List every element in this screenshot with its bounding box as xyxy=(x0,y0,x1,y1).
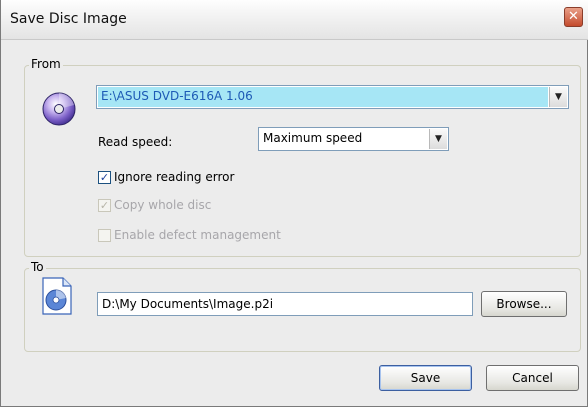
source-drive-value: E:\ASUS DVD-E616A 1.06 xyxy=(101,89,253,103)
cancel-button[interactable]: Cancel xyxy=(486,365,579,391)
ignore-reading-error-label: Ignore reading error xyxy=(114,170,235,184)
to-group-legend: To xyxy=(29,260,46,274)
dropdown-arrow-button[interactable]: ▼ xyxy=(549,87,567,107)
dropdown-arrow-button[interactable]: ▼ xyxy=(429,129,447,149)
from-group-legend: From xyxy=(29,57,63,71)
dialog-body: From E:\ASUS DVD-E616A 1.06 ▼ Read speed… xyxy=(1,40,587,406)
source-drive-select[interactable]: E:\ASUS DVD-E616A 1.06 ▼ xyxy=(96,85,569,109)
enable-defect-management-label: Enable defect management xyxy=(114,228,281,242)
close-button[interactable]: ✕ xyxy=(564,7,583,27)
read-speed-select[interactable]: Maximum speed ▼ xyxy=(258,127,449,151)
checkbox-checked-icon[interactable]: ✓ xyxy=(98,170,111,184)
close-icon: ✕ xyxy=(568,9,579,24)
ignore-reading-error-checkbox[interactable]: ✓ Ignore reading error xyxy=(98,170,234,184)
save-button[interactable]: Save xyxy=(379,365,472,391)
destination-path-field[interactable] xyxy=(97,292,473,316)
chevron-down-icon: ▼ xyxy=(555,92,562,102)
copy-whole-disc-checkbox[interactable]: ✓ Copy whole disc xyxy=(98,198,211,212)
chevron-down-icon: ▼ xyxy=(435,134,442,144)
checkbox-checked-icon[interactable]: ✓ xyxy=(98,198,111,212)
copy-whole-disc-label: Copy whole disc xyxy=(114,198,212,212)
save-disc-image-dialog: Save Disc Image ✕ From E:\ASUS DVD-E616A… xyxy=(0,0,588,407)
title-bar[interactable]: Save Disc Image ✕ xyxy=(1,0,588,40)
window-title: Save Disc Image xyxy=(10,11,127,27)
disc-icon xyxy=(42,92,76,126)
destination-path-input[interactable] xyxy=(98,293,472,315)
browse-button[interactable]: Browse... xyxy=(481,291,567,317)
disc-image-file-icon xyxy=(42,277,72,315)
enable-defect-management-checkbox[interactable]: Enable defect management xyxy=(98,228,281,242)
read-speed-value: Maximum speed xyxy=(263,131,363,145)
checkbox-unchecked-icon[interactable] xyxy=(98,228,111,242)
read-speed-label: Read speed: xyxy=(98,135,173,149)
